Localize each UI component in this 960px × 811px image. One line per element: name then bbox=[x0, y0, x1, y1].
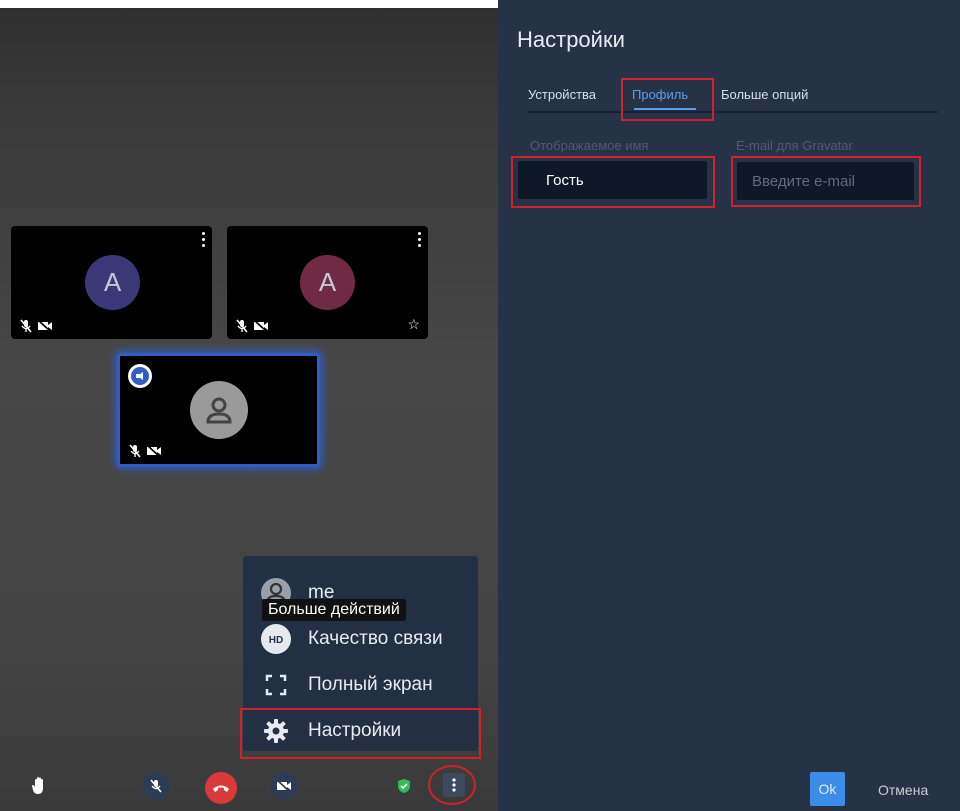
camera-off-icon bbox=[276, 779, 291, 793]
tile-more-icon[interactable] bbox=[417, 232, 421, 247]
email-label: E-mail для Gravatar bbox=[736, 138, 853, 153]
highlight-email bbox=[731, 156, 921, 207]
user-avatar-icon bbox=[190, 381, 248, 439]
security-shield-icon bbox=[398, 779, 410, 793]
camera-off-icon bbox=[253, 319, 268, 333]
participant-tile[interactable]: A bbox=[11, 226, 212, 339]
mic-toggle-button[interactable] bbox=[142, 772, 170, 800]
highlight-settings-item bbox=[240, 708, 481, 759]
top-strip bbox=[0, 0, 498, 8]
cancel-button[interactable]: Отмена bbox=[878, 782, 928, 798]
star-icon[interactable]: ☆ bbox=[407, 316, 420, 333]
svg-text:HD: HD bbox=[269, 635, 283, 646]
settings-panel: Настройки Устройства Профиль Больше опци… bbox=[498, 0, 960, 811]
menu-item-fullscreen[interactable]: Полный экран bbox=[243, 664, 478, 706]
local-participant-tile[interactable] bbox=[117, 353, 320, 467]
fullscreen-icon bbox=[260, 669, 292, 701]
ok-button[interactable]: Ok bbox=[810, 772, 845, 806]
hd-icon: HD bbox=[260, 623, 292, 655]
tab-devices[interactable]: Устройства bbox=[528, 87, 596, 102]
tab-more-options[interactable]: Больше опций bbox=[721, 87, 808, 102]
mic-off-icon bbox=[20, 319, 32, 333]
settings-tabs: Устройства Профиль Больше опций bbox=[528, 87, 938, 113]
menu-item-connection-quality[interactable]: HD Качество связи bbox=[243, 618, 478, 660]
hangup-button[interactable] bbox=[205, 772, 237, 804]
mic-off-icon bbox=[236, 319, 248, 333]
highlight-more-actions bbox=[428, 765, 476, 805]
mic-off-icon bbox=[150, 779, 162, 793]
more-actions-tooltip: Больше действий bbox=[262, 599, 406, 621]
moderator-badge-icon bbox=[128, 364, 152, 388]
display-name-label: Отображаемое имя bbox=[530, 138, 649, 153]
mic-off-icon bbox=[129, 444, 141, 458]
tile-status bbox=[128, 444, 162, 458]
tile-more-icon[interactable] bbox=[201, 232, 205, 247]
camera-off-icon bbox=[146, 444, 161, 458]
raise-hand-button[interactable] bbox=[28, 774, 52, 798]
menu-item-label: Полный экран bbox=[308, 674, 433, 695]
tile-status bbox=[19, 319, 53, 333]
participant-avatar: A bbox=[300, 255, 355, 310]
settings-title: Настройки bbox=[517, 27, 625, 52]
security-button[interactable] bbox=[394, 776, 414, 796]
camera-off-icon bbox=[37, 319, 52, 333]
hangup-icon bbox=[213, 785, 229, 792]
participant-avatar: A bbox=[85, 255, 140, 310]
participant-tile[interactable]: A ☆ bbox=[227, 226, 428, 339]
raise-hand-icon bbox=[32, 777, 43, 794]
menu-item-label: Качество связи bbox=[308, 628, 443, 649]
highlight-profile-tab bbox=[621, 78, 714, 121]
highlight-display-name bbox=[511, 156, 715, 208]
tile-status bbox=[235, 319, 269, 333]
camera-toggle-button[interactable] bbox=[270, 772, 298, 800]
